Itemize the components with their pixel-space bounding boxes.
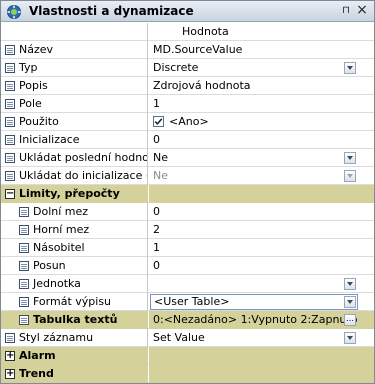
panel-title: Vlastnosti a dynamizace bbox=[29, 4, 194, 18]
property-grid: Hodnota Název MD.SourceValue Typ Discret… bbox=[1, 23, 374, 383]
property-value[interactable]: Ne bbox=[153, 151, 168, 165]
close-button[interactable]: × bbox=[355, 3, 369, 18]
property-value[interactable]: Zdrojová hodnota bbox=[153, 79, 251, 93]
ellipsis-icon[interactable]: … bbox=[344, 314, 356, 326]
property-row-typ[interactable]: Typ Discrete bbox=[1, 59, 374, 77]
property-grid-icon bbox=[19, 315, 29, 325]
property-row-format-vypisu[interactable]: Formát výpisu <User Table> bbox=[1, 293, 374, 311]
property-row-popis[interactable]: Popis Zdrojová hodnota bbox=[1, 77, 374, 95]
property-grid-icon bbox=[5, 81, 15, 91]
property-name: Posun bbox=[33, 259, 66, 272]
property-row-styl-zaznamu[interactable]: Styl záznamu Set Value bbox=[1, 329, 374, 347]
property-row-inicializace[interactable]: Inicializace 0 bbox=[1, 131, 374, 149]
property-grid-icon bbox=[19, 225, 29, 235]
property-value[interactable]: MD.SourceValue bbox=[153, 43, 242, 57]
properties-panel: Vlastnosti a dynamizace ⊓ × Hodnota Náze… bbox=[0, 0, 375, 384]
property-name: Násobitel bbox=[33, 241, 85, 254]
property-value[interactable]: 0 bbox=[153, 205, 160, 219]
property-grid-icon bbox=[5, 135, 15, 145]
expand-icon[interactable]: + bbox=[5, 369, 15, 379]
property-value[interactable]: 1 bbox=[153, 241, 160, 255]
property-name: Ukládat do inicializace (pio) bbox=[19, 169, 147, 182]
property-name: Tabulka textů bbox=[33, 313, 118, 326]
property-grid-icon bbox=[19, 279, 29, 289]
property-grid-icon bbox=[5, 99, 15, 109]
property-grid-icon bbox=[5, 63, 15, 73]
property-grid-icon bbox=[5, 153, 15, 163]
property-value: <Ano> bbox=[169, 115, 209, 128]
property-name: Styl záznamu bbox=[19, 331, 94, 344]
chevron-down-icon[interactable] bbox=[344, 152, 356, 164]
property-value: Ne bbox=[153, 169, 168, 182]
category-name: Limity, přepočty bbox=[19, 187, 120, 200]
property-value[interactable]: 2 bbox=[153, 223, 160, 237]
property-grid-icon bbox=[5, 171, 15, 181]
property-name: Popis bbox=[19, 79, 48, 92]
collapse-icon[interactable]: − bbox=[5, 189, 15, 199]
category-limity[interactable]: − Limity, přepočty bbox=[1, 185, 374, 203]
property-row-pole[interactable]: Pole 1 bbox=[1, 95, 374, 113]
value-column-header: Hodnota bbox=[182, 25, 229, 38]
property-name: Použito bbox=[19, 115, 59, 128]
properties-dynamization-icon bbox=[7, 5, 21, 19]
used-checkbox[interactable] bbox=[153, 116, 164, 127]
property-value[interactable]: 0 bbox=[153, 133, 160, 147]
property-value: <User Table> bbox=[154, 295, 230, 308]
property-grid-icon bbox=[19, 261, 29, 271]
chevron-down-icon[interactable] bbox=[344, 332, 356, 344]
property-row-ukladat-posledni[interactable]: Ukládat poslední hodnotu Ne bbox=[1, 149, 374, 167]
category-name: Alarm bbox=[19, 349, 56, 362]
property-row-posun[interactable]: Posun 0 bbox=[1, 257, 374, 275]
property-name: Typ bbox=[19, 61, 38, 74]
chevron-down-icon[interactable] bbox=[344, 296, 356, 308]
property-row-ukladat-inicializace[interactable]: Ukládat do inicializace (pio) Ne bbox=[1, 167, 374, 185]
property-name: Pole bbox=[19, 97, 42, 110]
property-grid-icon bbox=[19, 297, 29, 307]
property-value[interactable]: 0:<Nezadáno> 1:Vypnuto 2:Zapnuto bbox=[153, 313, 357, 327]
property-row-tabulka-textu[interactable]: Tabulka textů 0:<Nezadáno> 1:Vypnuto 2:Z… bbox=[1, 311, 374, 329]
property-row-nazev[interactable]: Název MD.SourceValue bbox=[1, 41, 374, 59]
chevron-down-icon[interactable] bbox=[344, 62, 356, 74]
category-alarm[interactable]: + Alarm bbox=[1, 347, 374, 365]
property-name: Horní mez bbox=[33, 223, 90, 236]
property-name: Formát výpisu bbox=[33, 295, 112, 308]
property-value[interactable]: Discrete bbox=[153, 61, 198, 75]
property-row-dolni-mez[interactable]: Dolní mez 0 bbox=[1, 203, 374, 221]
property-name: Jednotka bbox=[33, 277, 81, 290]
grid-header: Hodnota bbox=[1, 23, 374, 41]
property-row-nasobitel[interactable]: Násobitel 1 bbox=[1, 239, 374, 257]
category-trend[interactable]: + Trend bbox=[1, 365, 374, 383]
format-select[interactable]: <User Table> bbox=[150, 294, 358, 310]
checkmark-icon bbox=[154, 118, 163, 125]
property-grid-icon bbox=[5, 117, 15, 127]
property-name: Ukládat poslední hodnotu bbox=[19, 151, 148, 164]
expand-icon[interactable]: + bbox=[5, 351, 15, 361]
property-value[interactable]: Set Value bbox=[153, 331, 205, 345]
property-row-horni-mez[interactable]: Horní mez 2 bbox=[1, 221, 374, 239]
property-row-pouzito[interactable]: Použito <Ano> bbox=[1, 113, 374, 131]
property-grid-icon bbox=[19, 243, 29, 253]
property-name: Inicializace bbox=[19, 133, 80, 146]
pin-button[interactable]: ⊓ bbox=[339, 4, 353, 18]
property-row-jednotka[interactable]: Jednotka bbox=[1, 275, 374, 293]
category-name: Trend bbox=[19, 367, 54, 380]
property-name: Dolní mez bbox=[33, 205, 89, 218]
property-name: Název bbox=[19, 43, 54, 56]
property-grid-icon bbox=[5, 45, 15, 55]
property-grid-icon bbox=[19, 207, 29, 217]
property-value[interactable]: 1 bbox=[153, 97, 160, 111]
property-value[interactable]: 0 bbox=[153, 259, 160, 273]
property-grid-icon bbox=[5, 333, 15, 343]
title-bar: Vlastnosti a dynamizace ⊓ × bbox=[1, 1, 374, 22]
chevron-down-icon[interactable] bbox=[344, 278, 356, 290]
chevron-down-icon bbox=[344, 170, 356, 182]
